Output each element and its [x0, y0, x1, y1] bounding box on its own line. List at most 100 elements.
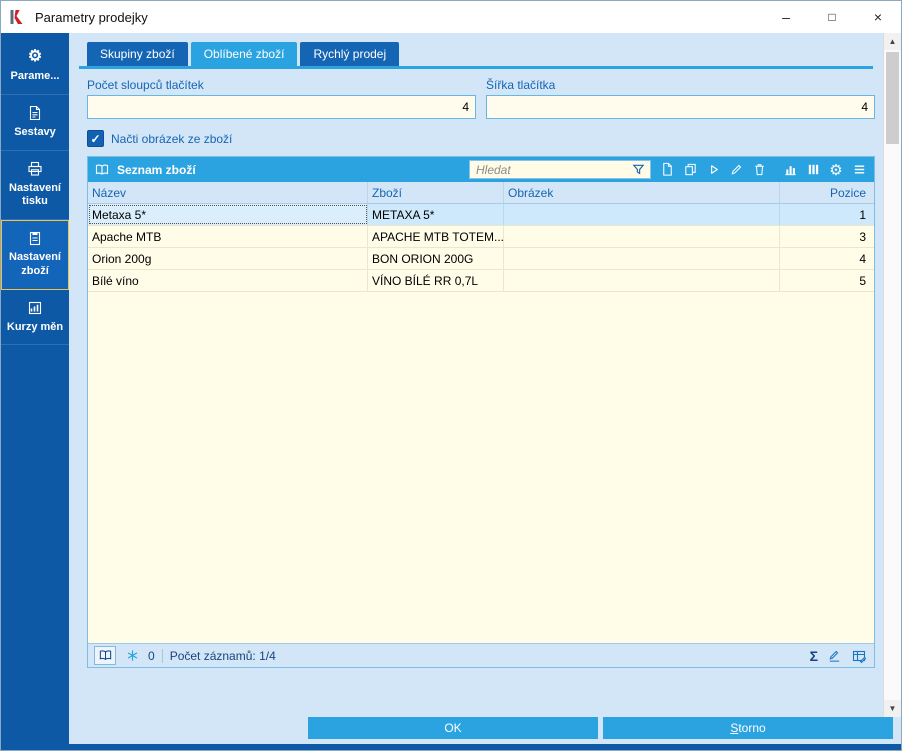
button-width-label: Šířka tlačítka	[486, 78, 875, 92]
printer-icon	[27, 160, 43, 178]
content-spacer	[87, 668, 875, 717]
copy-record-icon[interactable]	[680, 160, 700, 180]
cell-zbozi[interactable]: METAXA 5*	[368, 204, 504, 225]
cell-pozice[interactable]: 4	[780, 248, 874, 269]
button-width-input[interactable]	[486, 95, 875, 119]
vertical-scrollbar[interactable]: ▲ ▼	[883, 33, 901, 717]
column-header-nazev[interactable]: Název	[88, 182, 368, 203]
gear-icon: ⚙	[28, 48, 42, 66]
cell-obrazek[interactable]	[504, 248, 780, 269]
goods-list-toolbar: ⚙	[657, 160, 869, 180]
search-input[interactable]	[476, 163, 629, 177]
settings-fields: Počet sloupců tlačítek Šířka tlačítka	[87, 78, 875, 119]
view-mode-button[interactable]	[94, 646, 116, 665]
column-header-obrazek[interactable]: Obrázek	[504, 182, 780, 203]
goods-list-panel: Seznam zboží	[87, 156, 875, 668]
sidebar-item-kurzy-men[interactable]: Kurzy měn	[1, 290, 69, 346]
table-row[interactable]: Orion 200g BON ORION 200G 4	[88, 248, 874, 270]
new-record-icon[interactable]	[657, 160, 677, 180]
goods-settings-icon	[27, 229, 43, 247]
maximize-button[interactable]: □	[809, 1, 855, 33]
cell-zbozi[interactable]: BON ORION 200G	[368, 248, 504, 269]
sidebar: ⚙ Parame... Sestavy Nastavení	[1, 33, 69, 744]
filter-count-badge: 0	[148, 649, 155, 663]
close-button[interactable]: ×	[855, 1, 901, 33]
storno-button[interactable]: Storno	[603, 717, 893, 739]
dialog-window: Parametry prodejky – □ × ⚙ Parame... Ses…	[0, 0, 902, 751]
edit-record-icon[interactable]	[726, 160, 746, 180]
sidebar-item-label: Nastavení tisku	[3, 182, 67, 210]
cell-zbozi[interactable]: VÍNO BÍLÉ RR 0,7L	[368, 270, 504, 291]
cell-obrazek[interactable]	[504, 204, 780, 225]
currency-icon	[27, 299, 43, 317]
cell-pozice[interactable]: 3	[780, 226, 874, 247]
sum-icon[interactable]: Σ	[810, 648, 818, 664]
filter-icon[interactable]	[629, 161, 647, 179]
cell-obrazek[interactable]	[504, 270, 780, 291]
tab-oblibene-zbozi[interactable]: Oblíbené zboží	[191, 42, 298, 66]
report-icon	[27, 104, 43, 122]
grid-settings-icon[interactable]: ⚙	[826, 160, 846, 180]
sidebar-item-label: Nastavení zboží	[3, 251, 67, 279]
window-title: Parametry prodejky	[35, 10, 763, 25]
asterisk-filter-icon[interactable]	[123, 647, 141, 665]
sidebar-item-label: Sestavy	[14, 126, 56, 140]
scrollbar-thumb[interactable]	[886, 52, 899, 144]
window-controls: – □ ×	[763, 1, 901, 33]
sidebar-item-sestavy[interactable]: Sestavy	[1, 95, 69, 151]
delete-record-icon[interactable]	[749, 160, 769, 180]
scroll-up-icon[interactable]: ▲	[884, 33, 901, 50]
cell-nazev[interactable]: Apache MTB	[88, 226, 368, 247]
app-icon	[9, 8, 27, 26]
columns-count-input[interactable]	[87, 95, 476, 119]
cell-nazev[interactable]: Orion 200g	[88, 248, 368, 269]
goods-list-header: Seznam zboží	[88, 157, 874, 182]
scrollbar-track[interactable]	[884, 50, 901, 700]
columns-count-field: Počet sloupců tlačítek	[87, 78, 476, 119]
bottom-strip	[1, 744, 901, 750]
table-body: Metaxa 5* METAXA 5* 1 Apache MTB APACHE …	[88, 204, 874, 643]
columns-icon[interactable]	[803, 160, 823, 180]
cell-pozice[interactable]: 1	[780, 204, 874, 225]
sidebar-item-nastaveni-zbozi[interactable]: Nastavení zboží	[1, 220, 69, 290]
cell-nazev[interactable]: Bílé víno	[88, 270, 368, 291]
load-image-checkbox[interactable]: ✓	[87, 130, 104, 147]
table-header-row: Název Zboží Obrázek Pozice	[88, 182, 874, 204]
cell-nazev[interactable]: Metaxa 5*	[88, 204, 368, 225]
scroll-down-icon[interactable]: ▼	[884, 700, 901, 717]
sidebar-item-nastaveni-tisku[interactable]: Nastavení tisku	[1, 151, 69, 221]
menu-icon[interactable]	[849, 160, 869, 180]
tab-skupiny-zbozi[interactable]: Skupiny zboží	[87, 42, 188, 66]
table-row[interactable]: Apache MTB APACHE MTB TOTEM... 3	[88, 226, 874, 248]
load-image-checkbox-row[interactable]: ✓ Načti obrázek ze zboží	[87, 130, 875, 147]
window-body: ⚙ Parame... Sestavy Nastavení	[1, 33, 901, 744]
run-icon[interactable]	[703, 160, 723, 180]
table-footer: 0 Počet záznamů: 1/4 Σ	[88, 643, 874, 667]
quick-edit-grid-icon[interactable]	[850, 647, 868, 665]
ok-button[interactable]: OK	[308, 717, 598, 739]
tab-bar: Skupiny zboží Oblíbené zboží Rychlý prod…	[87, 42, 875, 66]
table-empty-area	[88, 292, 874, 643]
cell-zbozi[interactable]: APACHE MTB TOTEM...	[368, 226, 504, 247]
main-area: Skupiny zboží Oblíbené zboží Rychlý prod…	[69, 33, 901, 744]
footer-divider	[162, 649, 163, 663]
dialog-button-row: OK Storno	[69, 717, 901, 744]
columns-count-label: Počet sloupců tlačítek	[87, 78, 476, 92]
edit-pencil-icon[interactable]	[825, 647, 843, 665]
sidebar-item-label: Parame...	[11, 70, 60, 84]
cell-pozice[interactable]: 5	[780, 270, 874, 291]
minimize-button[interactable]: –	[763, 1, 809, 33]
goods-list-title: Seznam zboží	[117, 163, 196, 177]
content-area: Skupiny zboží Oblíbené zboží Rychlý prod…	[69, 33, 883, 717]
check-icon: ✓	[90, 133, 100, 145]
search-box[interactable]	[469, 160, 651, 179]
column-header-zbozi[interactable]: Zboží	[368, 182, 504, 203]
column-header-pozice[interactable]: Pozice	[780, 182, 874, 203]
table-row[interactable]: Metaxa 5* METAXA 5* 1	[88, 204, 874, 226]
titlebar: Parametry prodejky – □ ×	[1, 1, 901, 33]
table-row[interactable]: Bílé víno VÍNO BÍLÉ RR 0,7L 5	[88, 270, 874, 292]
tab-rychly-prodej[interactable]: Rychlý prodej	[300, 42, 399, 66]
sidebar-item-parametry[interactable]: ⚙ Parame...	[1, 39, 69, 95]
cell-obrazek[interactable]	[504, 226, 780, 247]
chart-icon[interactable]	[780, 160, 800, 180]
